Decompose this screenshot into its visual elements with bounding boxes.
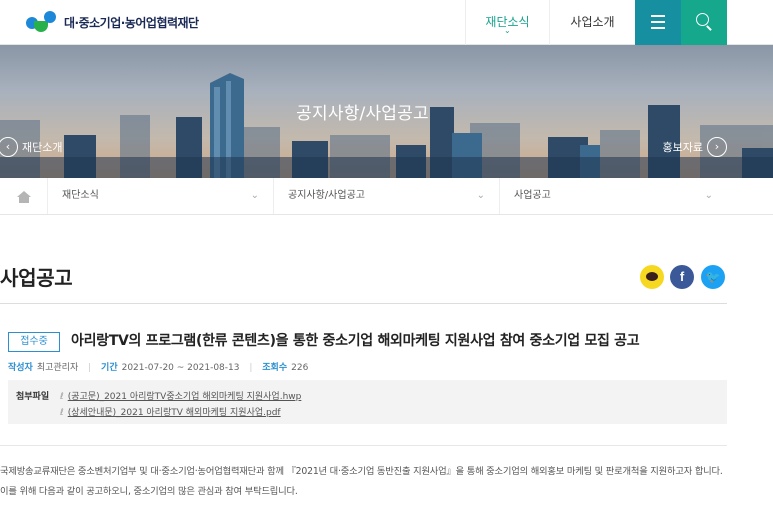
page-title: 사업공고 xyxy=(0,266,73,290)
breadcrumb-select-level2[interactable]: 공지사항/사업공고 ⌄ xyxy=(274,178,500,214)
views-value: 226 xyxy=(291,363,309,373)
attachment-link-pdf[interactable]: ℓ (상세안내문)_2021 아리랑TV 해외마케팅 지원사업.pdf xyxy=(60,405,281,418)
chevron-down-icon: ⌄ xyxy=(504,26,511,35)
paperclip-icon: ℓ xyxy=(60,392,64,402)
logo-mark-icon xyxy=(26,11,62,33)
breadcrumb-select-level1[interactable]: 재단소식 ⌄ xyxy=(48,178,274,214)
nav-item-label: 사업소개 xyxy=(570,15,615,29)
post-body: 국제방송교류재단은 중소벤처기업부 및 대·중소기업·농어업협력재단과 함께 『… xyxy=(0,466,723,497)
twitter-icon: 🐦 xyxy=(705,270,721,284)
views-label: 조회수 xyxy=(262,363,288,373)
site-header: 대·중소기업·농어업협력재단 재단소식 ⌄ 사업소개 xyxy=(0,0,773,45)
next-section-link[interactable]: 홍보자료 › xyxy=(663,137,727,157)
menu-button[interactable] xyxy=(635,0,681,45)
nav-item-foundation-news[interactable]: 재단소식 ⌄ xyxy=(465,0,549,45)
site-logo[interactable]: 대·중소기업·농어업협력재단 xyxy=(26,11,199,33)
breadcrumb-label: 재단소식 xyxy=(62,190,99,201)
breadcrumb: 재단소식 ⌄ 공지사항/사업공고 ⌄ 사업공고 ⌄ xyxy=(0,178,773,215)
chevron-down-icon: ⌄ xyxy=(476,190,485,201)
prev-section-label: 재단소개 xyxy=(22,141,63,154)
attachment-filename: (상세안내문)_2021 아리랑TV 해외마케팅 지원사업.pdf xyxy=(67,408,281,418)
hero-banner: 공지사항/사업공고 ‹ 재단소개 홍보자료 › xyxy=(0,45,773,178)
author-value: 최고관리자 xyxy=(36,363,79,373)
hero-title: 공지사항/사업공고 xyxy=(296,104,429,124)
kakaotalk-icon xyxy=(646,272,658,281)
attachment-filename: (공고문)_2021 아리랑TV중소기업 해외마케팅 지원사업.hwp xyxy=(67,392,302,402)
breadcrumb-home-button[interactable] xyxy=(0,178,48,214)
author-label: 작성자 xyxy=(8,363,33,373)
nav-item-business-intro[interactable]: 사업소개 xyxy=(549,0,635,45)
post-meta: 작성자 최고관리자 | 기간 2021-07-20 ~ 2021-08-13 | 조… xyxy=(8,360,308,373)
chevron-right-icon: › xyxy=(707,137,727,157)
content-divider xyxy=(0,445,727,446)
share-kakao-button[interactable] xyxy=(640,265,664,289)
breadcrumb-label: 사업공고 xyxy=(514,190,551,201)
status-badge: 접수중 xyxy=(8,332,60,352)
meta-divider: | xyxy=(88,363,92,373)
period-label: 기간 xyxy=(101,363,118,373)
attachments-label: 첨부파일 xyxy=(16,392,50,402)
chevron-left-icon: ‹ xyxy=(0,137,18,157)
logo-text: 대·중소기업·농어업협력재단 xyxy=(64,15,199,30)
chevron-down-icon: ⌄ xyxy=(704,190,713,201)
share-twitter-button[interactable]: 🐦 xyxy=(701,265,725,289)
period-value: 2021-07-20 ~ 2021-08-13 xyxy=(121,363,240,373)
next-section-label: 홍보자료 xyxy=(662,141,703,154)
prev-section-link[interactable]: ‹ 재단소개 xyxy=(0,137,62,157)
breadcrumb-select-level3[interactable]: 사업공고 ⌄ xyxy=(500,178,727,214)
share-facebook-button[interactable]: f xyxy=(670,265,694,289)
facebook-icon: f xyxy=(679,269,685,284)
search-button[interactable] xyxy=(681,0,727,45)
attachments-box: 첨부파일 ℓ (공고문)_2021 아리랑TV중소기업 해외마케팅 지원사업.hw… xyxy=(8,380,727,424)
paperclip-icon: ℓ xyxy=(60,408,64,418)
title-divider xyxy=(0,303,727,304)
attachment-link-hwp[interactable]: ℓ (공고문)_2021 아리랑TV중소기업 해외마케팅 지원사업.hwp xyxy=(60,389,301,402)
chevron-down-icon: ⌄ xyxy=(250,190,259,201)
post-title: 아리랑TV의 프로그램(한류 콘텐츠)을 통한 중소기업 해외마케팅 지원사업 … xyxy=(71,333,640,349)
meta-divider: | xyxy=(249,363,253,373)
breadcrumb-label: 공지사항/사업공고 xyxy=(288,190,365,201)
